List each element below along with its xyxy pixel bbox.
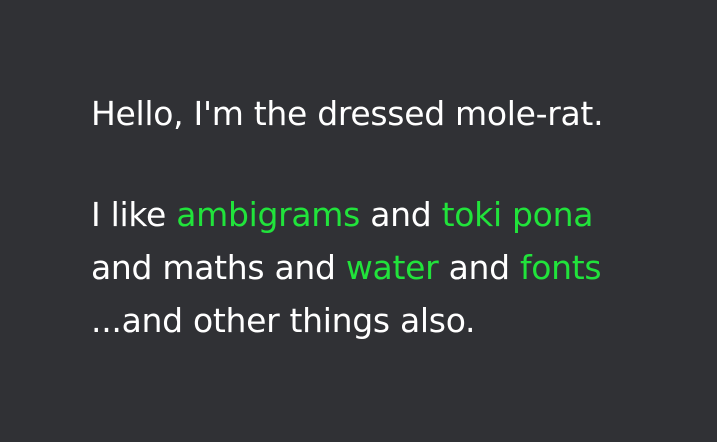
about-line-2-joiner: and xyxy=(438,248,520,287)
intro-page: Hello, I'm the dressed mole-rat. I like … xyxy=(0,0,717,442)
about-line-2-lead: and maths and xyxy=(91,248,346,287)
about-line-2: and maths and water and fonts xyxy=(91,241,717,294)
water-link[interactable]: water xyxy=(346,248,439,287)
about-line-1: I like ambigrams and toki pona xyxy=(91,188,717,241)
about-line-1-lead: I like xyxy=(91,195,177,234)
about-paragraph: I like ambigrams and toki pona and maths… xyxy=(91,188,717,347)
ambigrams-link[interactable]: ambigrams xyxy=(176,195,360,234)
toki-pona-link[interactable]: toki pona xyxy=(442,195,594,234)
fonts-link[interactable]: fonts xyxy=(520,248,602,287)
about-line-3: ...and other things also. xyxy=(91,301,476,340)
greeting-heading: Hello, I'm the dressed mole-rat. xyxy=(91,94,604,133)
about-line-1-joiner: and xyxy=(360,195,442,234)
